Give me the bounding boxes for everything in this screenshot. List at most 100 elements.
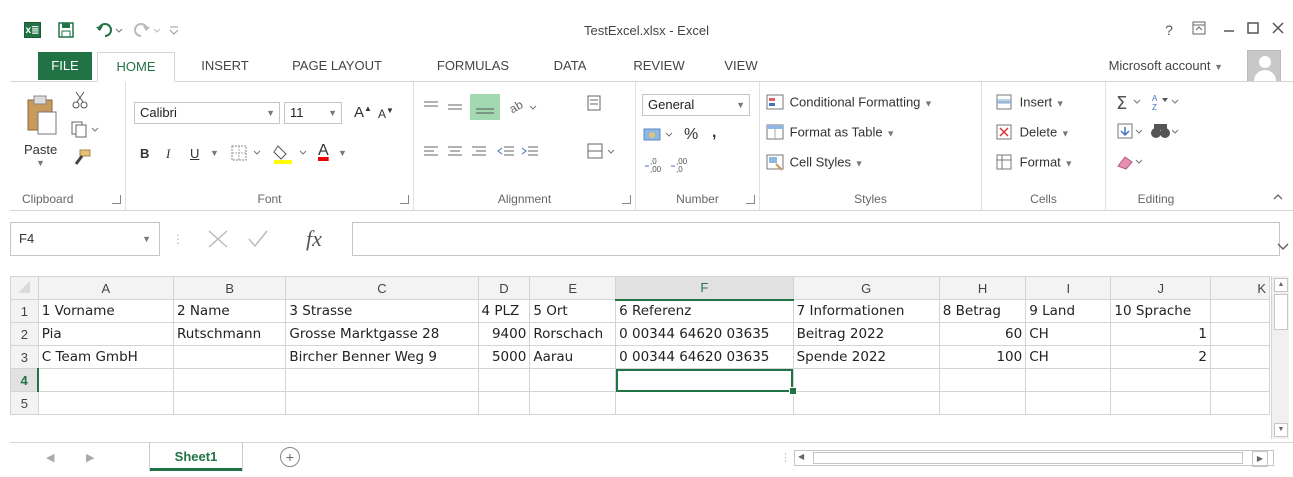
paste-button[interactable]: Paste xyxy=(24,142,57,157)
cell-e4[interactable] xyxy=(529,368,617,392)
wrap-text-icon[interactable] xyxy=(586,94,604,117)
ribbon-display-options-icon[interactable] xyxy=(1189,20,1209,40)
column-header-a[interactable]: A xyxy=(37,276,174,300)
borders-icon[interactable] xyxy=(230,144,264,165)
sort-filter-icon[interactable]: AZ xyxy=(1150,92,1184,115)
cell-d2[interactable]: 9400 xyxy=(477,322,531,346)
cell-a2[interactable]: Pia xyxy=(37,322,174,346)
fill-color-icon[interactable] xyxy=(272,142,312,167)
cell-j5[interactable] xyxy=(1110,391,1211,415)
format-as-table-button[interactable]: Format as Table ▼ xyxy=(766,124,895,142)
cell-i3[interactable]: CH xyxy=(1025,345,1112,369)
format-painter-icon[interactable] xyxy=(72,148,92,169)
alignment-launcher-icon[interactable] xyxy=(622,195,631,204)
cell-e2[interactable]: Rorschach xyxy=(529,322,617,346)
clear-icon[interactable] xyxy=(1116,152,1150,175)
cell-b2[interactable]: Rutschmann xyxy=(172,322,287,346)
cell-f3[interactable]: 0 00344 64620 03635 xyxy=(615,345,794,369)
font-size-select[interactable]: 11 ▼ xyxy=(284,102,342,124)
increase-decimal-icon[interactable]: ,0,00 xyxy=(644,156,666,177)
column-header-i[interactable]: I xyxy=(1025,276,1112,300)
cell-j1[interactable]: 10 Sprache xyxy=(1110,299,1211,323)
delete-cells-button[interactable]: Delete ▼ xyxy=(996,124,1070,142)
cell-h1[interactable]: 8 Betrag xyxy=(938,299,1027,323)
previous-sheet-icon[interactable]: ◀ xyxy=(46,451,54,464)
account-menu[interactable]: Microsoft account ▼ xyxy=(1109,52,1223,81)
align-left-icon[interactable] xyxy=(422,144,440,163)
cell-j4[interactable] xyxy=(1110,368,1211,392)
cell-c4[interactable] xyxy=(285,368,479,392)
cell-a3[interactable]: C Team GmbH xyxy=(37,345,174,369)
row-header[interactable]: 1 xyxy=(10,299,39,323)
tab-insert[interactable]: INSERT xyxy=(195,52,255,80)
horizontal-scrollbar[interactable]: ◀ xyxy=(794,450,1274,466)
scroll-up-icon[interactable]: ▲ xyxy=(1274,278,1288,292)
collapse-ribbon-icon[interactable] xyxy=(1272,190,1284,205)
scroll-right-icon[interactable]: ▶ xyxy=(1252,451,1268,467)
decrease-indent-icon[interactable] xyxy=(496,144,516,163)
increase-indent-icon[interactable] xyxy=(520,144,540,163)
accounting-format-icon[interactable] xyxy=(642,126,676,147)
cell-j3[interactable]: 2 xyxy=(1110,345,1211,369)
cell-b3[interactable] xyxy=(172,345,287,369)
cell-e1[interactable]: 5 Ort xyxy=(529,299,617,323)
font-launcher-icon[interactable] xyxy=(400,195,409,204)
minimize-icon[interactable] xyxy=(1219,20,1239,40)
cell-k3[interactable] xyxy=(1210,345,1270,369)
bold-button[interactable]: B xyxy=(140,146,149,161)
vertical-scrollbar[interactable]: ▲ ▼ xyxy=(1271,276,1289,439)
column-header-k[interactable]: K xyxy=(1210,276,1270,300)
cell-g2[interactable]: Beitrag 2022 xyxy=(792,322,940,346)
worksheet-grid[interactable]: A B C D E F G H I J K 1 1 Vorname 2 Name… xyxy=(10,276,1270,439)
tab-formulas[interactable]: FORMULAS xyxy=(423,52,523,80)
cell-f1[interactable]: 6 Referenz xyxy=(615,299,794,323)
cell-d3[interactable]: 5000 xyxy=(477,345,531,369)
column-header-e[interactable]: E xyxy=(529,276,617,300)
cell-b1[interactable]: 2 Name xyxy=(172,299,287,323)
align-bottom-icon[interactable] xyxy=(470,94,500,120)
enter-icon[interactable] xyxy=(246,228,270,256)
row-header[interactable]: 3 xyxy=(10,345,39,369)
select-all-corner[interactable] xyxy=(10,276,39,300)
formula-input[interactable] xyxy=(352,222,1280,256)
cell-h4[interactable] xyxy=(938,368,1027,392)
cell-k4[interactable] xyxy=(1210,368,1270,392)
tab-split-grip-icon[interactable]: ⋮ xyxy=(780,451,791,464)
cancel-icon[interactable] xyxy=(206,228,230,256)
scroll-down-icon[interactable]: ▼ xyxy=(1274,423,1288,437)
sheet-tab-sheet1[interactable]: Sheet1 xyxy=(150,443,242,471)
cell-d1[interactable]: 4 PLZ xyxy=(477,299,531,323)
cell-a5[interactable] xyxy=(37,391,174,415)
copy-icon[interactable] xyxy=(70,120,100,141)
align-center-icon[interactable] xyxy=(446,144,464,163)
tab-data[interactable]: DATA xyxy=(545,52,595,80)
close-icon[interactable] xyxy=(1268,20,1288,40)
align-right-icon[interactable] xyxy=(470,144,488,163)
cell-k5[interactable] xyxy=(1210,391,1270,415)
cell-g1[interactable]: 7 Informationen xyxy=(792,299,940,323)
cell-f5[interactable] xyxy=(615,391,794,415)
cell-f2[interactable]: 0 00344 64620 03635 xyxy=(615,322,794,346)
cell-i4[interactable] xyxy=(1025,368,1112,392)
cell-d4[interactable] xyxy=(477,368,531,392)
tab-file[interactable]: FILE xyxy=(38,52,92,80)
column-header-b[interactable]: B xyxy=(172,276,287,300)
column-header-h[interactable]: H xyxy=(938,276,1027,300)
orientation-icon[interactable]: ab xyxy=(507,96,540,121)
scroll-left-icon[interactable]: ◀ xyxy=(798,452,804,461)
merge-center-icon[interactable] xyxy=(586,142,620,165)
cell-b5[interactable] xyxy=(172,391,287,415)
cell-g3[interactable]: Spende 2022 xyxy=(792,345,940,369)
row-header[interactable]: 2 xyxy=(10,322,39,346)
comma-style-button[interactable]: , xyxy=(712,124,716,142)
cell-j2[interactable]: 1 xyxy=(1110,322,1211,346)
column-header-c[interactable]: C xyxy=(285,276,479,300)
cell-e5[interactable] xyxy=(529,391,617,415)
cell-h3[interactable]: 100 xyxy=(938,345,1027,369)
cell-styles-button[interactable]: Cell Styles ▼ xyxy=(766,154,864,172)
fill-icon[interactable] xyxy=(1116,122,1150,145)
cell-c5[interactable] xyxy=(285,391,479,415)
align-middle-icon[interactable] xyxy=(446,98,464,119)
cell-i2[interactable]: CH xyxy=(1025,322,1112,346)
next-sheet-icon[interactable]: ▶ xyxy=(86,451,94,464)
